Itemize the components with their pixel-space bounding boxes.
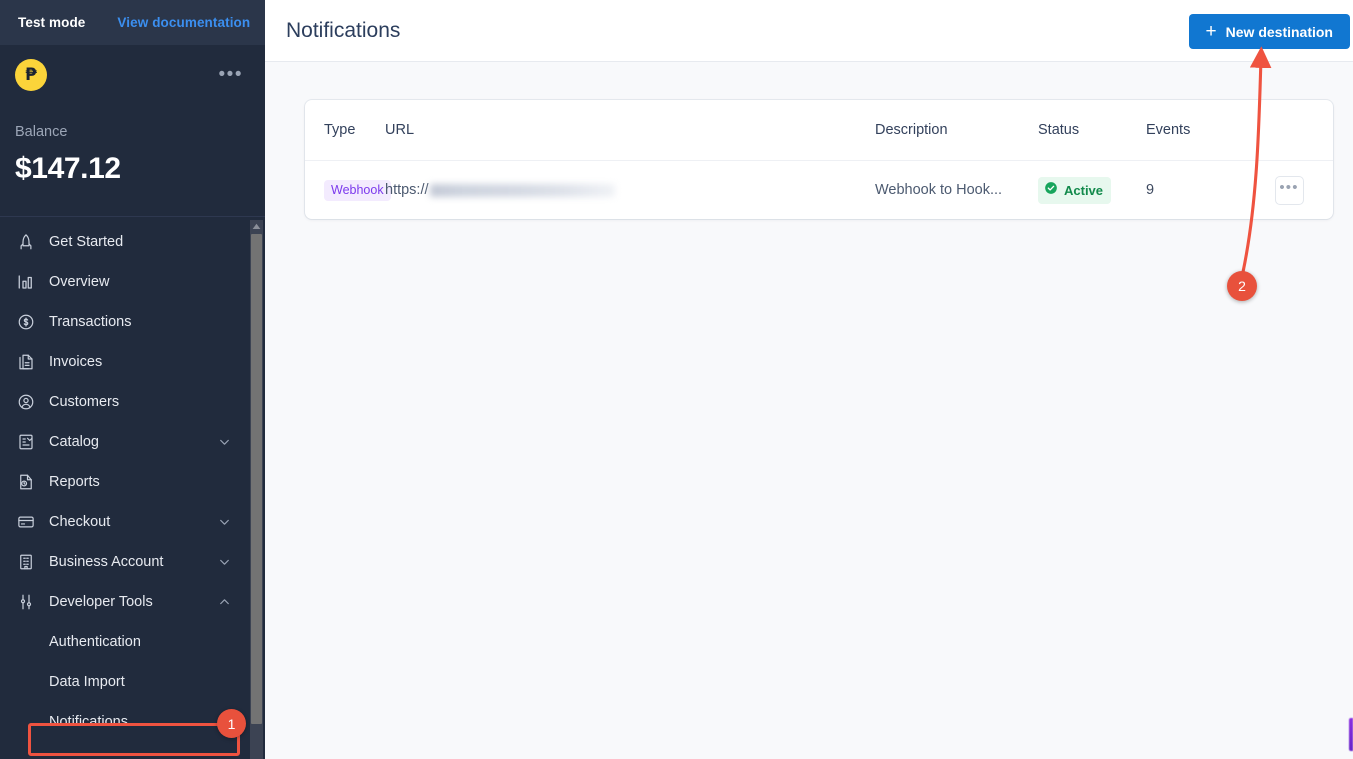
url-prefix: https:// (385, 182, 429, 198)
sidebar-item-catalog[interactable]: Catalog (0, 422, 265, 462)
sidebar-item-reports[interactable]: Reports (0, 462, 265, 502)
sidebar-subitem-label: Authentication (49, 634, 141, 650)
type-badge: Webhook (324, 180, 391, 201)
sidebar-item-invoices[interactable]: Invoices (0, 342, 265, 382)
app-root: Test mode View documentation ₱ ••• Balan… (0, 0, 1353, 759)
sidebar-scrollbar[interactable] (250, 220, 263, 759)
credit-card-icon (16, 512, 36, 532)
balance-value: $147.12 (15, 152, 121, 186)
invoice-icon (16, 352, 36, 372)
sidebar-item-developer-tools[interactable]: Developer Tools (0, 582, 265, 622)
check-circle-icon (1044, 181, 1058, 200)
dollar-circle-icon (16, 312, 36, 332)
chevron-down-icon[interactable] (218, 556, 231, 569)
destinations-table-card: Type URL Description Status Events Webho… (305, 100, 1333, 219)
sidebar-item-label: Invoices (49, 354, 102, 370)
sidebar-item-get-started[interactable]: Get Started (0, 222, 265, 262)
column-header-type: Type (305, 122, 385, 138)
table-header-row: Type URL Description Status Events (305, 100, 1333, 161)
sidebar-item-data-import[interactable]: Data Import (0, 662, 265, 702)
row-more-options-button[interactable]: ••• (1275, 176, 1304, 205)
app-logo-icon: ₱ (15, 59, 47, 91)
sidebar-item-overview[interactable]: Overview (0, 262, 265, 302)
sidebar-item-transactions[interactable]: Transactions (0, 302, 265, 342)
sidebar-more-options-icon[interactable]: ••• (219, 71, 243, 79)
sidebar-item-label: Overview (49, 274, 109, 290)
column-header-description: Description (875, 122, 1038, 138)
user-circle-icon (16, 392, 36, 412)
balance-label: Balance (15, 124, 67, 140)
sidebar-item-label: Transactions (49, 314, 131, 330)
cell-url: https:// (385, 182, 875, 198)
test-mode-label: Test mode (18, 15, 85, 30)
column-header-status: Status (1038, 122, 1146, 138)
sidebar-item-business-account[interactable]: Business Account (0, 542, 265, 582)
page-title: Notifications (286, 19, 400, 43)
sidebar-item-customers[interactable]: Customers (0, 382, 265, 422)
plus-icon: + (1206, 22, 1217, 41)
sidebar-item-label: Checkout (49, 514, 110, 530)
sidebar-item-label: Developer Tools (49, 594, 153, 610)
sliders-icon (16, 592, 36, 612)
cell-events: 9 (1146, 181, 1246, 199)
main-header: Notifications + New destination (265, 0, 1353, 62)
description-text: Webhook to Hook... (875, 182, 1002, 198)
column-header-events: Events (1146, 122, 1246, 138)
events-count: 9 (1146, 182, 1154, 198)
url-redacted-blur (430, 184, 615, 197)
sidebar-item-label: Business Account (49, 554, 163, 570)
report-clock-icon (16, 472, 36, 492)
chevron-down-icon[interactable] (218, 516, 231, 529)
sidebar-item-label: Customers (49, 394, 119, 410)
sidebar-subitem-label: Notifications (49, 714, 128, 730)
sidebar-item-label: Catalog (49, 434, 99, 450)
catalog-icon (16, 432, 36, 452)
view-documentation-link[interactable]: View documentation (117, 15, 250, 30)
sidebar-item-label: Reports (49, 474, 100, 490)
chevron-down-icon[interactable] (218, 436, 231, 449)
cell-type: Webhook (305, 180, 385, 201)
column-header-url: URL (385, 122, 875, 138)
sidebar-nav: Get Started Overview Transactions (0, 222, 265, 759)
bar-chart-icon (16, 272, 36, 292)
status-badge: Active (1038, 177, 1111, 204)
brand-row: ₱ ••• (0, 45, 265, 105)
cell-actions: ••• (1246, 176, 1332, 205)
cell-status: Active (1038, 177, 1146, 204)
sidebar-item-label: Get Started (49, 234, 123, 250)
rocket-icon (16, 232, 36, 252)
cell-description: Webhook to Hook... (875, 181, 1038, 199)
sidebar-item-notifications[interactable]: Notifications (0, 702, 265, 742)
main-content: Notifications + New destination Type URL… (265, 0, 1353, 759)
table-row[interactable]: Webhook https:// Webhook to Hook... (305, 161, 1333, 219)
chevron-up-icon[interactable] (218, 596, 231, 609)
sidebar-item-checkout[interactable]: Checkout (0, 502, 265, 542)
sidebar-item-authentication[interactable]: Authentication (0, 622, 265, 662)
status-label: Active (1064, 183, 1103, 198)
building-icon (16, 552, 36, 572)
top-bar: Test mode View documentation (0, 0, 265, 45)
scroll-up-arrow-icon[interactable] (250, 220, 263, 233)
new-destination-button[interactable]: + New destination (1189, 14, 1350, 49)
sidebar-scrollbar-thumb[interactable] (251, 234, 262, 724)
sidebar-subitem-label: Data Import (49, 674, 125, 690)
sidebar: Test mode View documentation ₱ ••• Balan… (0, 0, 265, 759)
new-destination-label: New destination (1226, 24, 1333, 40)
sidebar-divider (0, 216, 265, 217)
